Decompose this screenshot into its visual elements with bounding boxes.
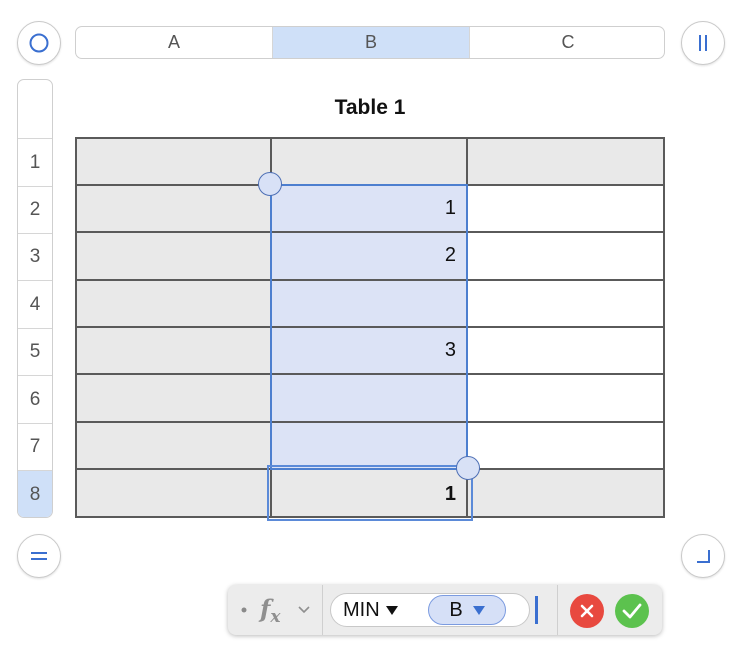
selection-end-handle[interactable] <box>456 456 480 480</box>
column-handle-icon <box>699 35 707 51</box>
row-header-label: 6 <box>29 388 41 410</box>
argument-token-b[interactable]: B <box>428 595 506 625</box>
formula-editor: fx MIN B <box>228 585 662 635</box>
cell-b3[interactable]: 2 <box>271 232 467 279</box>
row-header-bar: 1 2 3 4 5 6 7 8 <box>17 79 53 518</box>
function-name-menu[interactable]: MIN <box>343 599 398 622</box>
column-header-c[interactable]: C <box>470 27 664 58</box>
cell-a7[interactable] <box>75 422 271 470</box>
row-header-6[interactable]: 6 <box>18 375 52 423</box>
resize-corner-icon <box>697 550 710 563</box>
editing-cell-outline <box>267 465 473 521</box>
column-header-label: C <box>561 32 575 52</box>
add-row-button[interactable] <box>17 534 61 578</box>
cell-b4[interactable] <box>271 279 467 327</box>
cell-a5[interactable] <box>75 327 271 374</box>
function-name: MIN <box>343 599 380 621</box>
close-icon <box>580 604 594 618</box>
row-header-label: 1 <box>29 151 41 173</box>
fx-icon[interactable]: fx <box>260 594 280 627</box>
grid-line <box>75 231 665 233</box>
grid-line <box>75 279 665 281</box>
grid-line <box>75 326 665 328</box>
chevron-down-icon[interactable] <box>298 605 310 615</box>
cell-b5[interactable]: 3 <box>271 327 467 374</box>
grid-line <box>75 421 665 423</box>
cell-c8[interactable] <box>467 470 665 518</box>
cell-c4[interactable] <box>467 279 665 327</box>
grid-line <box>75 137 77 518</box>
cell-b7[interactable] <box>271 422 467 470</box>
resize-table-button[interactable] <box>681 534 725 578</box>
cell-c2[interactable] <box>467 185 665 232</box>
row-header-8[interactable]: 8 <box>18 470 52 517</box>
row-header-4[interactable]: 4 <box>18 280 52 328</box>
row-header-label: 2 <box>29 199 41 220</box>
dropdown-triangle-icon <box>472 605 485 615</box>
cell-a3[interactable] <box>75 232 271 279</box>
argument-label: B <box>449 598 463 621</box>
grid-line <box>75 373 665 375</box>
row-header-label: 5 <box>29 341 41 362</box>
select-table-button[interactable] <box>17 21 61 65</box>
cell-c5[interactable] <box>467 327 665 374</box>
cell-a6[interactable] <box>75 374 271 422</box>
column-header-bar: A B C <box>75 26 665 59</box>
circle-icon <box>29 33 49 53</box>
column-header-label: B <box>364 32 377 52</box>
add-column-button[interactable] <box>681 21 725 65</box>
selection-start-handle[interactable] <box>258 172 282 196</box>
column-header-a[interactable]: A <box>76 27 273 58</box>
cell-a1[interactable] <box>75 137 271 185</box>
row-header-label: 3 <box>29 246 41 267</box>
cell-b6[interactable] <box>271 374 467 422</box>
table-title[interactable]: Table 1 <box>75 96 665 120</box>
cell-a2[interactable] <box>75 185 271 232</box>
row-header-label: 7 <box>29 436 41 457</box>
row-header-label: 8 <box>29 484 41 505</box>
table-grid: 1 2 3 1 <box>75 137 665 521</box>
dropdown-triangle-icon <box>385 606 398 615</box>
row-header-5[interactable]: 5 <box>18 328 52 375</box>
checkmark-icon <box>622 603 642 619</box>
divider <box>557 585 558 635</box>
cell-a8[interactable] <box>75 470 271 518</box>
text-cursor <box>535 596 538 624</box>
row-header-2[interactable]: 2 <box>18 186 52 233</box>
cell-a4[interactable] <box>75 279 271 327</box>
cell-c7[interactable] <box>467 422 665 470</box>
cell-c1[interactable] <box>467 137 665 185</box>
cell-c6[interactable] <box>467 374 665 422</box>
cell-c3[interactable] <box>467 232 665 279</box>
divider <box>322 585 323 635</box>
row-header-1[interactable]: 1 <box>18 138 52 186</box>
column-header-label: A <box>167 32 180 52</box>
row-header-7[interactable]: 7 <box>18 423 52 470</box>
row-header-3[interactable]: 3 <box>18 233 52 280</box>
accept-button[interactable] <box>615 594 649 628</box>
cancel-button[interactable] <box>570 594 604 628</box>
cell-b2[interactable]: 1 <box>271 185 467 232</box>
grid-line <box>663 137 665 518</box>
row-handle-icon <box>31 552 47 560</box>
cell-b1[interactable] <box>271 137 467 185</box>
grid-line <box>75 184 665 186</box>
column-header-b[interactable]: B <box>273 27 470 58</box>
drag-dot-icon[interactable] <box>240 606 248 614</box>
grid-line <box>75 137 665 139</box>
row-header-label: 4 <box>29 293 41 315</box>
